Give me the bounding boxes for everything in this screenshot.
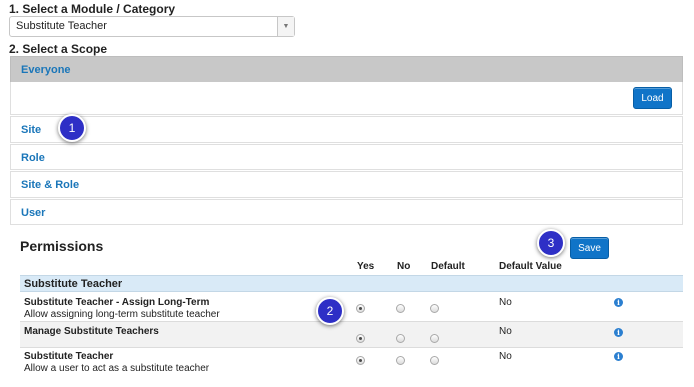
column-default-value: Default Value	[499, 261, 562, 272]
scope-site-role-title: Site & Role	[21, 179, 80, 191]
callout-3: 3	[537, 229, 565, 257]
radio-no[interactable]	[396, 304, 405, 313]
permission-description: Allow a user to act as a substitute teac…	[24, 363, 210, 374]
info-icon[interactable]: i	[614, 328, 623, 337]
permission-default-value: No	[499, 351, 512, 362]
permission-name: Substitute Teacher	[24, 351, 114, 362]
permissions-heading: Permissions	[20, 238, 104, 254]
scope-role-panel[interactable]: Role	[10, 144, 683, 170]
callout-2: 2	[316, 297, 344, 325]
info-icon[interactable]: i	[614, 352, 623, 361]
info-icon[interactable]: i	[614, 298, 623, 307]
permission-row: Substitute Teacher - Assign Long-Term Al…	[20, 292, 683, 321]
save-button[interactable]: Save	[570, 237, 609, 259]
column-no: No	[397, 261, 411, 272]
permission-name: Manage Substitute Teachers	[24, 326, 159, 337]
permission-default-value: No	[499, 326, 512, 337]
scope-everyone-header[interactable]: Everyone	[10, 56, 683, 83]
permission-group-row: Substitute Teacher	[20, 275, 683, 292]
module-section-label: 1. Select a Module / Category	[9, 2, 176, 16]
radio-default[interactable]	[430, 334, 439, 343]
dropdown-arrow[interactable]: ▼	[277, 17, 294, 36]
chevron-down-icon: ▼	[282, 23, 290, 30]
radio-yes[interactable]	[356, 356, 365, 365]
radio-no[interactable]	[396, 334, 405, 343]
scope-site-title: Site	[21, 124, 42, 136]
permission-name: Substitute Teacher - Assign Long-Term	[24, 297, 210, 308]
scope-role-title: Role	[21, 152, 45, 164]
radio-default[interactable]	[430, 304, 439, 313]
column-yes: Yes	[357, 261, 375, 272]
radio-yes[interactable]	[356, 334, 365, 343]
scope-site-role-panel[interactable]: Site & Role	[10, 171, 683, 198]
callout-1: 1	[58, 114, 86, 142]
scope-site-panel[interactable]: Site	[10, 116, 683, 143]
module-select-value: Substitute Teacher	[16, 20, 107, 32]
radio-yes[interactable]	[356, 304, 365, 313]
scope-user-panel[interactable]: User	[10, 199, 683, 225]
radio-no[interactable]	[396, 356, 405, 365]
scope-user-title: User	[21, 207, 46, 219]
column-default: Default	[431, 261, 465, 272]
permission-description: Allow assigning long-term substitute tea…	[24, 309, 220, 320]
scope-section-label: 2. Select a Scope	[9, 42, 108, 56]
load-button[interactable]: Load	[633, 87, 672, 109]
radio-default[interactable]	[430, 356, 439, 365]
module-select[interactable]: Substitute Teacher ▼	[9, 16, 295, 37]
permission-default-value: No	[499, 297, 512, 308]
permission-row: Manage Substitute Teachers No i	[20, 322, 683, 347]
permission-row: Substitute Teacher Allow a user to act a…	[20, 348, 683, 378]
scope-everyone-body: Load	[10, 82, 683, 115]
permission-group-title: Substitute Teacher	[24, 278, 123, 290]
scope-everyone-title: Everyone	[21, 64, 71, 76]
